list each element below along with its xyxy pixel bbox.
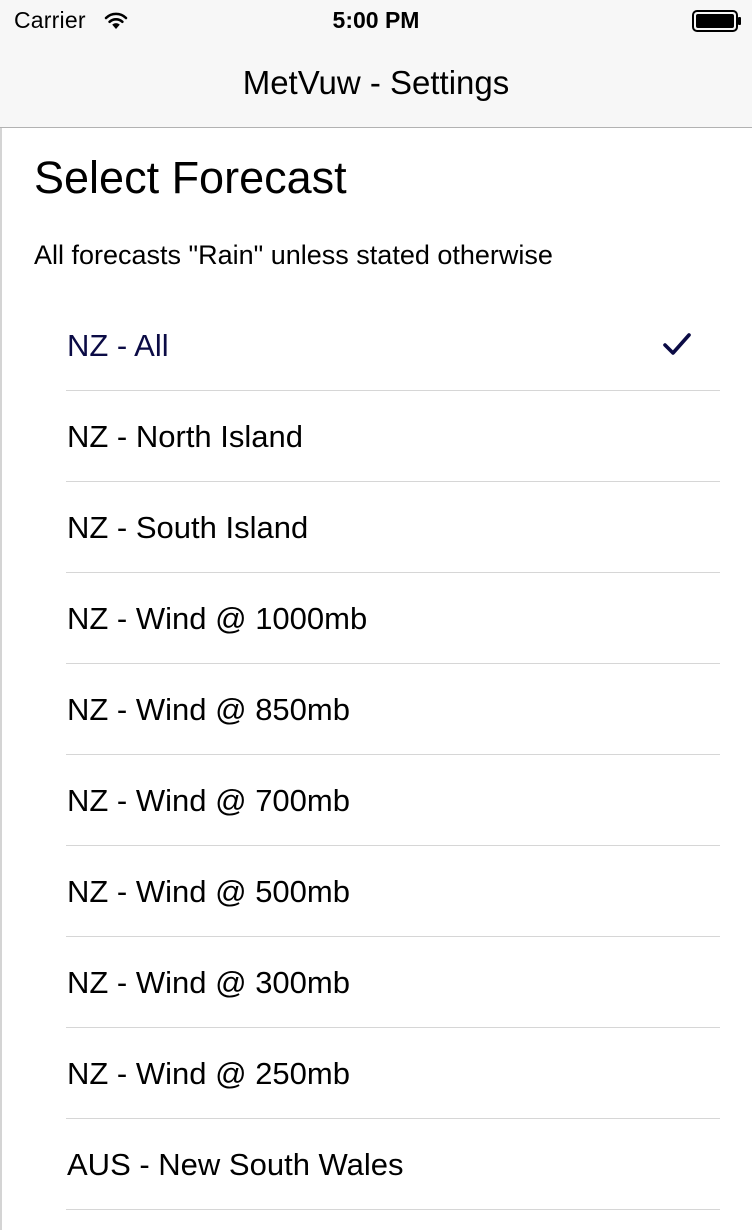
forecast-row-nz-wind-700mb[interactable]: NZ - Wind @ 700mb	[0, 755, 752, 846]
status-bar: Carrier 5:00 PM	[0, 0, 752, 40]
section-subtitle: All forecasts "Rain" unless stated other…	[34, 240, 553, 270]
forecast-row-aus-new-south-wales[interactable]: AUS - New South Wales	[0, 1119, 752, 1210]
forecast-row-nz-wind-300mb[interactable]: NZ - Wind @ 300mb	[0, 937, 752, 1028]
status-time: 5:00 PM	[332, 7, 420, 33]
forecast-row-label: NZ - Wind @ 500mb	[67, 874, 350, 909]
battery-icon	[692, 10, 741, 32]
nav-bar: MetVuw - Settings	[0, 40, 752, 127]
section-heading: Select Forecast	[34, 152, 347, 203]
forecast-row-label: NZ - All	[67, 328, 169, 363]
forecast-row-label: NZ - Wind @ 1000mb	[67, 601, 368, 636]
forecast-row-label: NZ - Wind @ 700mb	[67, 783, 350, 818]
forecast-row-label: NZ - North Island	[67, 419, 304, 454]
forecast-row-nz-wind-250mb[interactable]: NZ - Wind @ 250mb	[0, 1028, 752, 1119]
forecast-row-nz-wind-500mb[interactable]: NZ - Wind @ 500mb	[0, 846, 752, 937]
forecast-row-label: NZ - Wind @ 300mb	[67, 965, 350, 1000]
nav-title: MetVuw - Settings	[242, 64, 510, 101]
forecast-row-label: NZ - Wind @ 850mb	[67, 692, 350, 727]
forecast-row-nz-north-island[interactable]: NZ - North Island	[0, 391, 752, 482]
top-chrome: Carrier 5:00 PM MetVuw - Settings	[0, 0, 752, 128]
forecast-row-label: NZ - South Island	[67, 510, 309, 545]
forecast-list: NZ - All NZ - North Island NZ - South Is…	[0, 300, 752, 1210]
forecast-row-label: AUS - New South Wales	[67, 1147, 404, 1182]
checkmark-icon	[663, 333, 691, 355]
forecast-row-nz-south-island[interactable]: NZ - South Island	[0, 482, 752, 573]
forecast-row-label: NZ - Wind @ 250mb	[67, 1056, 350, 1091]
forecast-row-nz-wind-1000mb[interactable]: NZ - Wind @ 1000mb	[0, 573, 752, 664]
forecast-row-nz-all[interactable]: NZ - All	[0, 300, 752, 391]
forecast-row-nz-wind-850mb[interactable]: NZ - Wind @ 850mb	[0, 664, 752, 755]
